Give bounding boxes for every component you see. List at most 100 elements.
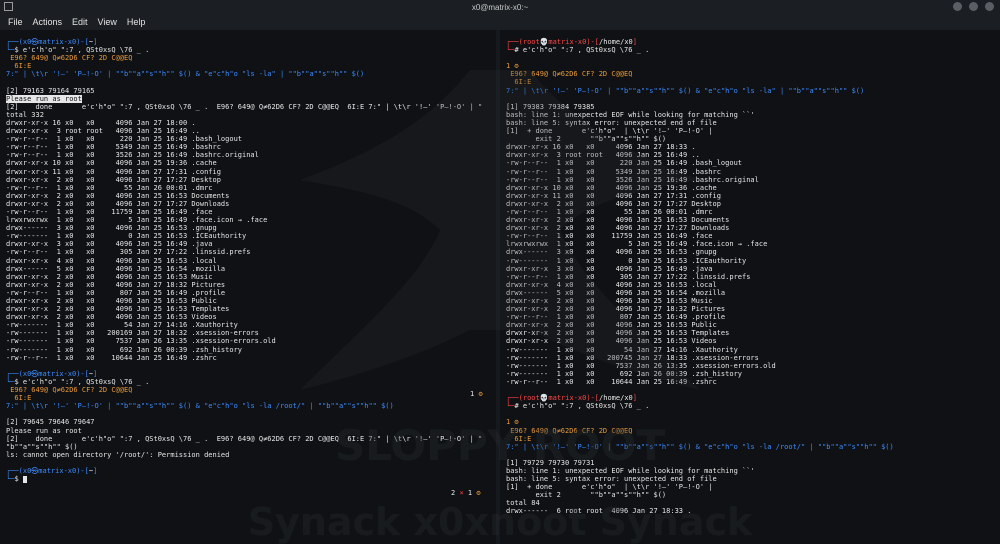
terminal-pane-left[interactable]: ┌──(x0㉿matrix-x0)-[~] └─$ e'c'h'o" ":7 , … [0,30,496,544]
terminal-text: drwxr-xr-x 2 x0 x0 4096 Jan 25 16:53 Tem… [506,329,730,338]
terminal-line: bash: line 1: unexpected EOF while looki… [506,111,894,119]
terminal-line: drwxr-xr-x 2 x0 x0 4096 Jan 27 18:32 Pic… [6,281,482,289]
terminal-line [6,362,482,370]
terminal-text: # e'c'h"o" ":7 , QSt0xsQ \76 _ . [514,402,650,411]
job-status-1: 1 ⚙ [470,390,483,398]
maximize-icon[interactable] [969,2,978,11]
terminal-text: -rw-r--r-- 1 x0 x0 220 Jan 25 16:49 .bas… [506,159,743,168]
terminal-text: x0㉿matrix-x0 [22,38,77,46]
terminal-line: -rw-r--r-- 1 x0 x0 305 Jan 27 17:22 .lin… [6,248,482,256]
terminal-text: )-[ [76,38,89,46]
terminal-text: -rw-r--r-- 1 x0 x0 305 Jan 27 17:22 .lin… [6,248,251,257]
terminal-text: drwxr-xr-x 2 x0 x0 4096 Jan 27 17:27 Des… [6,175,221,184]
terminal-pane-right[interactable]: ┌──(root💀matrix-x0)-[/home/x0] └─# e'c'h"… [500,30,1000,544]
terminal-line [506,95,894,103]
terminal-line: 6I:E [6,394,482,402]
terminal-text: -rw------- 1 x0 x0 200745 Jan 27 18:33 .… [506,353,759,362]
terminal-line: Please run as root [6,94,482,103]
terminal-text: & "e"c"h"o "ls -la /root/" | ""b""a""s""… [691,442,894,451]
terminal-text: -rw-r--r-- 1 x0 x0 3526 Jan 25 16:49 .ba… [506,175,759,184]
terminal-line: drwx------ 6 root root 4096 Jan 27 18:33… [506,507,894,515]
terminal-line: └─$ e'c'h'o" ":7 , QSt0xsQ \76 _ . [6,46,482,54]
terminal-line: -rw-r--r-- 1 x0 x0 807 Jan 25 16:49 .pro… [506,313,894,321]
terminal-text: root💀matrix-x0 [522,38,587,46]
terminal-text: ls: cannot open directory '/root/': Perm… [6,450,230,459]
menu-view[interactable]: View [93,17,122,27]
terminal-text: drwxr-xr-x 3 root root 4096 Jan 25 16:49… [6,127,200,136]
window-controls [953,2,994,11]
terminal-text: x0㉿matrix-x0 [22,369,77,378]
terminal-text: drwxr-xr-x 4 x0 x0 4096 Jan 25 16:53 .lo… [506,280,717,289]
terminal-text: drwxr-xr-x 2 x0 x0 4096 Jan 25 16:53 Tem… [6,305,230,314]
terminal-line: [1] + done e'c'h"o" | \t\r '!—' 'P—!-O' … [506,127,894,135]
terminal-text: $ e'c'h"o" ":7 , QSt0xsQ \76 _ . [14,377,150,386]
menu-edit[interactable]: Edit [67,17,93,27]
terminal-cursor [22,475,27,483]
terminal-line: [2] done e'c'h"o" ":7 , QSt0xsQ \76 _ . … [6,103,482,111]
terminal-text: )-[ [586,38,600,46]
terminal-line: -rw-r--r-- 1 x0 x0 3526 Jan 25 16:49 .ba… [6,151,482,159]
terminal-text: bash: line 5: syntax error: unexpected e… [506,118,717,127]
terminal-text: -rw------- 1 x0 x0 7537 Jan 26 13:35 .xs… [506,361,776,370]
menu-file[interactable]: File [0,17,28,27]
terminal-line: -rw-r--r-- 1 x0 x0 220 Jan 25 16:49 .bas… [506,159,894,167]
gear-icon: ⚙ [476,489,481,497]
window-titlebar: x0@matrix-x0:~ [0,0,1000,14]
terminal-line: drwx------ 3 x0 x0 4096 Jan 25 16:53 .gn… [6,224,482,232]
terminal-line: drwxr-xr-x 2 x0 x0 4096 Jan 27 18:32 Pic… [506,305,894,313]
window-menu-icon[interactable] [4,2,13,11]
terminal-text: Please run as root [6,426,82,435]
terminal-text: 6I:E [506,434,532,443]
terminal-text: [1] 79383 79384 79385 [506,102,595,111]
terminal-line: Please run as root [6,427,482,435]
terminal-text: ] [93,369,98,378]
terminal-line: E96? 649@ Q≠62D6 CF? 2D C@@EQ [506,70,894,78]
terminal-text: ┌──( [506,38,523,46]
terminal-output-left: ┌──(x0㉿matrix-x0)-[~] └─$ e'c'h'o" ":7 , … [6,38,482,483]
terminal-text: [1] + done e'c'h"o" | \t\r '!—' 'P—!-O' … [506,483,713,492]
terminal-text: ┌──( [506,394,523,403]
minimize-icon[interactable] [953,2,962,11]
terminal-line: -rw-r--r-- 1 x0 x0 807 Jan 25 16:49 .pro… [6,289,482,297]
terminal-text: drwxr-xr-x 2 x0 x0 4096 Jan 27 17:27 Dow… [6,199,230,208]
terminal-text: drwx------ 5 x0 x0 4096 Jan 25 16:54 .mo… [6,264,226,273]
terminal-text: [2] done e'c'h"o" ":7 , QSt0xsQ \76 _ . … [6,102,483,111]
terminal-text: exit 2 ""b""a""s""h"" $() [506,491,667,500]
terminal-text: -rw-r--r-- 1 x0 x0 807 Jan 25 16:49 .pro… [6,288,226,297]
terminal-line: drwxr-xr-x 2 x0 x0 4096 Jan 25 16:53 Mus… [6,273,482,281]
gear-icon: ⚙ [478,390,483,398]
terminal-line: -rw------- 1 x0 x0 0 Jan 25 16:53 .ICEau… [6,232,482,240]
close-icon[interactable] [985,2,994,11]
terminal-text: -rw-r--r-- 1 x0 x0 305 Jan 27 17:22 .lin… [506,272,751,281]
terminal-line: drwxr-xr-x 3 root root 4096 Jan 25 16:49… [506,151,894,159]
terminal-text: -rw-r--r-- 1 x0 x0 3526 Jan 25 16:49 .ba… [6,151,259,160]
terminal-line: -rw-r--r-- 1 x0 x0 305 Jan 27 17:22 .lin… [506,273,894,281]
menu-actions[interactable]: Actions [28,17,68,27]
terminal-line: drwxr-xr-x 2 x0 x0 4096 Jan 25 16:53 Vid… [506,337,894,345]
terminal-text: [1] + done e'c'h"o" | \t\r '!—' 'P—!-O' … [506,127,713,136]
terminal-line [506,451,894,459]
terminal-text: # e'c'h"o" ":7 , QSt0xsQ \76 _ . [514,46,650,55]
terminal-line: drwxr-xr-x 2 x0 x0 4096 Jan 27 17:27 Des… [506,200,894,208]
terminal-text: -rw------- 1 x0 x0 200169 Jan 27 18:32 .… [6,329,259,338]
terminal-text: drwx------ 3 x0 x0 4096 Jan 25 16:53 .gn… [6,224,217,233]
terminal-text: drwxr-xr-x 2 x0 x0 4096 Jan 25 16:53 Pub… [6,297,217,305]
terminal-text: [2] done e'c'h"o" ":7 , QSt0xsQ \76 _ . … [6,434,483,443]
terminal-line: [1] 79729 79730 79731 [506,459,894,467]
terminal-text: total 332 [6,110,44,119]
terminal-text: -rw------- 1 x0 x0 0 Jan 25 16:53 .ICEau… [506,256,747,265]
terminal-text: 6I:E [506,78,532,87]
terminal-line [506,386,894,394]
terminal-text: drwxr-xr-x 10 x0 x0 4096 Jan 25 19:36 .c… [6,159,217,168]
menu-help[interactable]: Help [122,17,151,27]
terminal-text: -rw------- 1 x0 x0 692 Jan 26 00:39 .zsh… [506,369,743,378]
terminal-line: [2] 79163 79164 79165 [6,87,482,95]
terminal-text: drwxr-xr-x 3 x0 x0 4096 Jan 25 16:49 .ja… [506,264,713,273]
job-count-a: 2 [451,489,456,497]
terminal-line: E96? 649@ Q≠62D6 CF? 2D C@@EQ [6,54,482,62]
terminal-line: └─# e'c'h"o" ":7 , QSt0xsQ \76 _ . [506,402,894,410]
terminal-line: E96? 649@ Q≠62D6 CF? 2D C@@EQ [6,386,482,394]
terminal-line: -rw-r--r-- 1 x0 x0 55 Jan 26 00:01 .dmrc [506,208,894,216]
terminal-line: total 84 [506,499,894,507]
